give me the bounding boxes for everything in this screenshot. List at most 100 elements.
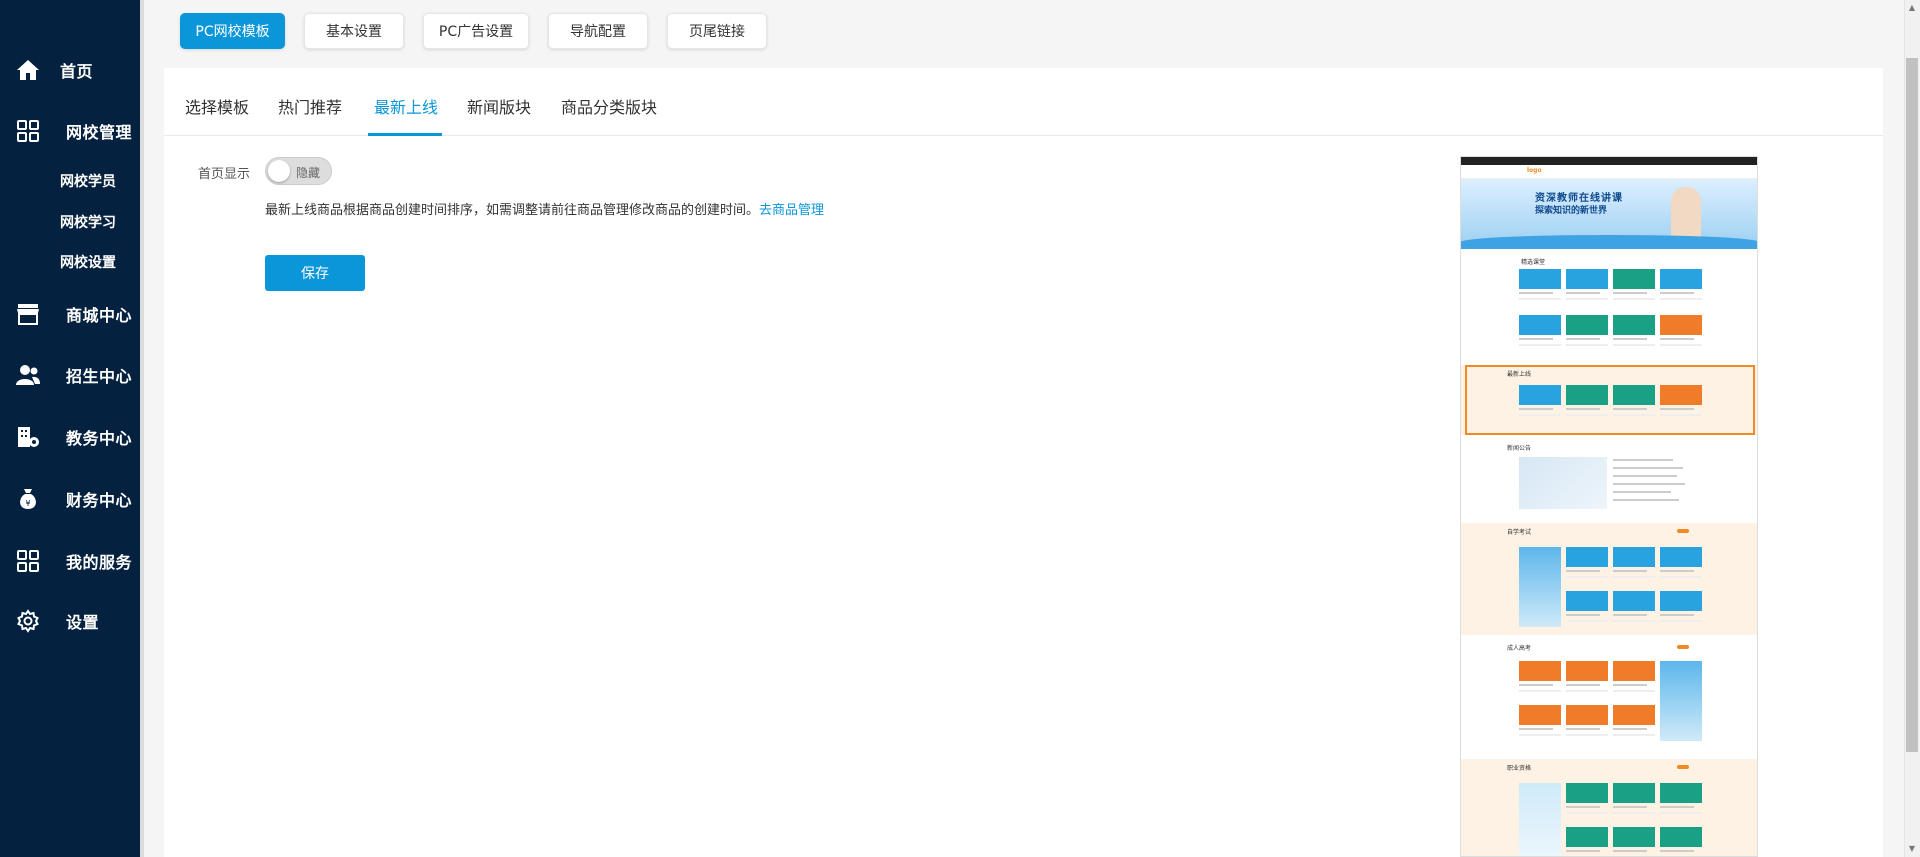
users-icon <box>15 362 41 388</box>
scroll-down-arrow[interactable]: ▼ <box>1906 843 1918 855</box>
sidebar-item-label: 首页 <box>60 62 94 81</box>
preview-card <box>1613 783 1655 819</box>
grid-icon <box>15 118 41 144</box>
tab-news-section[interactable]: 新闻版块 <box>467 94 531 118</box>
sidebar-item-academic[interactable]: 教务中心 <box>0 417 140 457</box>
preview-section-title: 职业资格 <box>1507 765 1532 772</box>
tab-select-template[interactable]: 选择模板 <box>185 94 249 118</box>
preview-card <box>1519 269 1561 305</box>
sidebar-item-home[interactable]: 首页 <box>0 50 140 90</box>
preview-card <box>1660 547 1702 583</box>
preview-section-news: 新闻公告 <box>1461 439 1757 519</box>
preview-more-tag <box>1677 529 1689 533</box>
preview-section-title: 新闻公告 <box>1507 445 1532 452</box>
homepage-display-toggle[interactable]: 隐藏 <box>265 157 332 185</box>
scroll-up-arrow[interactable]: ▲ <box>1906 2 1918 14</box>
preview-section-adult-exam: 成人高考 <box>1461 639 1757 749</box>
sidebar-item-label: 招生中心 <box>66 367 133 386</box>
building-icon <box>15 424 41 450</box>
preview-side-image <box>1660 661 1702 741</box>
preview-more-tag <box>1677 765 1689 769</box>
hint-message: 最新上线商品根据商品创建时间排序，如需调整请前往商品管理修改商品的创建时间。 <box>265 203 760 218</box>
footer-links-button[interactable]: 页尾链接 <box>667 13 767 49</box>
sidebar-item-label: 商城中心 <box>66 306 133 325</box>
preview-card <box>1613 269 1655 305</box>
toggle-text: 隐藏 <box>296 166 321 180</box>
preview-news-line <box>1613 475 1677 477</box>
preview-card <box>1566 661 1608 697</box>
preview-section-career: 职业资格 <box>1461 759 1757 856</box>
sidebar-subitem-settings[interactable]: 网校设置 <box>60 252 116 272</box>
sidebar-item-label: 我的服务 <box>66 553 133 572</box>
toggle-knob <box>268 160 290 182</box>
preview-news-line <box>1613 483 1685 485</box>
preview-card <box>1613 591 1655 627</box>
preview-topbar <box>1461 157 1757 165</box>
sidebar-item-label: 设置 <box>66 613 100 632</box>
basic-settings-button[interactable]: 基本设置 <box>304 13 404 49</box>
tab-hot-recommend[interactable]: 热门推荐 <box>278 94 342 118</box>
goto-product-management-link[interactable]: 去商品管理 <box>759 203 824 218</box>
sidebar-item-settings[interactable]: 设置 <box>0 601 140 641</box>
preview-banner-line1: 资深教师在线讲课 <box>1535 193 1623 204</box>
preview-side-image <box>1519 547 1561 627</box>
preview-card <box>1566 269 1608 305</box>
grid-icon <box>15 548 41 574</box>
homepage-display-label: 首页显示 <box>198 167 251 182</box>
money-bag-icon: ¥ <box>15 486 41 512</box>
sidebar-item-label: 网校管理 <box>66 123 133 142</box>
hint-text: 最新上线商品根据商品创建时间排序，如需调整请前往商品管理修改商品的创建时间。去商… <box>265 199 824 218</box>
preview-more-tag <box>1677 645 1689 649</box>
template-preview: logo 资深教师在线讲课 探索知识的新世界 精选课堂 最新上线 新闻公告 自学… <box>1460 156 1758 857</box>
preview-highlight-frame <box>1465 365 1755 435</box>
sidebar-subitem-students[interactable]: 网校学员 <box>60 171 116 191</box>
sidebar-gutter <box>140 0 144 857</box>
preview-card <box>1660 269 1702 305</box>
preview-card <box>1566 783 1608 819</box>
preview-card <box>1613 547 1655 583</box>
preview-card <box>1519 705 1561 741</box>
preview-card <box>1613 661 1655 697</box>
sidebar-item-enrollment[interactable]: 招生中心 <box>0 355 140 395</box>
preview-card <box>1660 827 1702 856</box>
preview-banner-line2: 探索知识的新世界 <box>1535 206 1608 216</box>
preview-card <box>1660 783 1702 819</box>
preview-section-title: 自学考试 <box>1507 529 1532 536</box>
sidebar-item-finance[interactable]: ¥ 财务中心 <box>0 479 140 519</box>
preview-card <box>1519 661 1561 697</box>
preview-nav <box>1461 165 1757 179</box>
nav-config-button[interactable]: 导航配置 <box>548 13 648 49</box>
preview-card <box>1566 827 1608 856</box>
tab-active-indicator <box>368 133 442 136</box>
preview-card <box>1660 315 1702 351</box>
svg-text:¥: ¥ <box>25 499 30 508</box>
preview-section-title: 成人高考 <box>1507 645 1532 652</box>
sidebar: 首页 网校管理 网校学员 网校学习 网校设置 商城中心 招生中心 教务中心 ¥ … <box>0 0 140 857</box>
sidebar-item-label: 教务中心 <box>66 429 133 448</box>
preview-news-line <box>1613 491 1671 493</box>
preview-logo: logo <box>1527 167 1542 174</box>
preview-news-line <box>1613 499 1679 501</box>
preview-card <box>1613 827 1655 856</box>
preview-side-image <box>1519 783 1561 856</box>
scrollbar-thumb[interactable] <box>1906 58 1918 752</box>
save-button[interactable]: 保存 <box>265 255 365 291</box>
preview-banner-wave <box>1461 235 1757 249</box>
preview-card <box>1566 591 1608 627</box>
tab-new-online[interactable]: 最新上线 <box>374 94 438 118</box>
sidebar-item-my-services[interactable]: 我的服务 <box>0 541 140 581</box>
preview-section-featured: 精选课堂 <box>1461 253 1757 361</box>
tab-category-section[interactable]: 商品分类版块 <box>561 94 657 118</box>
sidebar-item-school-management[interactable]: 网校管理 <box>0 111 140 151</box>
preview-banner: 资深教师在线讲课 探索知识的新世界 <box>1461 179 1757 249</box>
preview-section-self-study: 自学考试 <box>1461 523 1757 635</box>
sidebar-subitem-learning[interactable]: 网校学习 <box>60 212 116 232</box>
sidebar-item-label: 财务中心 <box>66 491 133 510</box>
preview-card <box>1519 315 1561 351</box>
pc-ad-settings-button[interactable]: PC广告设置 <box>423 13 529 49</box>
preview-section-title: 精选课堂 <box>1521 259 1546 266</box>
pc-template-button[interactable]: PC网校模板 <box>180 13 285 49</box>
preview-news-line <box>1613 467 1683 469</box>
sidebar-item-mall[interactable]: 商城中心 <box>0 294 140 334</box>
home-icon <box>15 57 41 83</box>
